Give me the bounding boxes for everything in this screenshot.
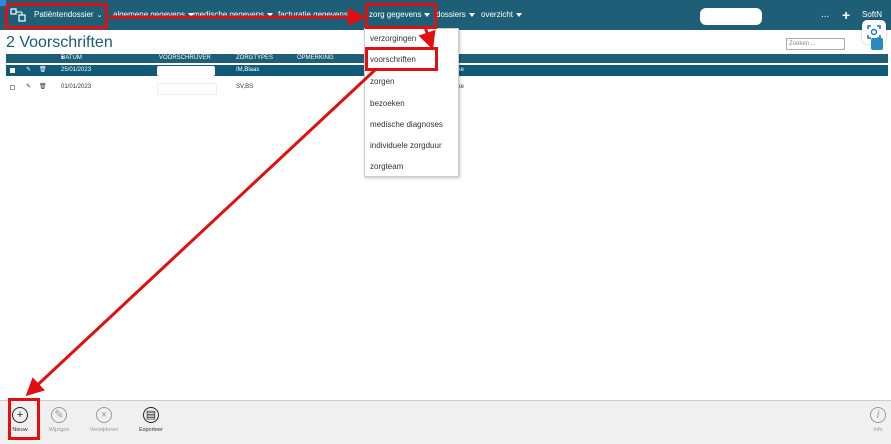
arrow-to-new-button (25, 68, 377, 397)
annotation-arrows (25, 8, 436, 397)
arrow-to-voorschriften (418, 26, 436, 50)
